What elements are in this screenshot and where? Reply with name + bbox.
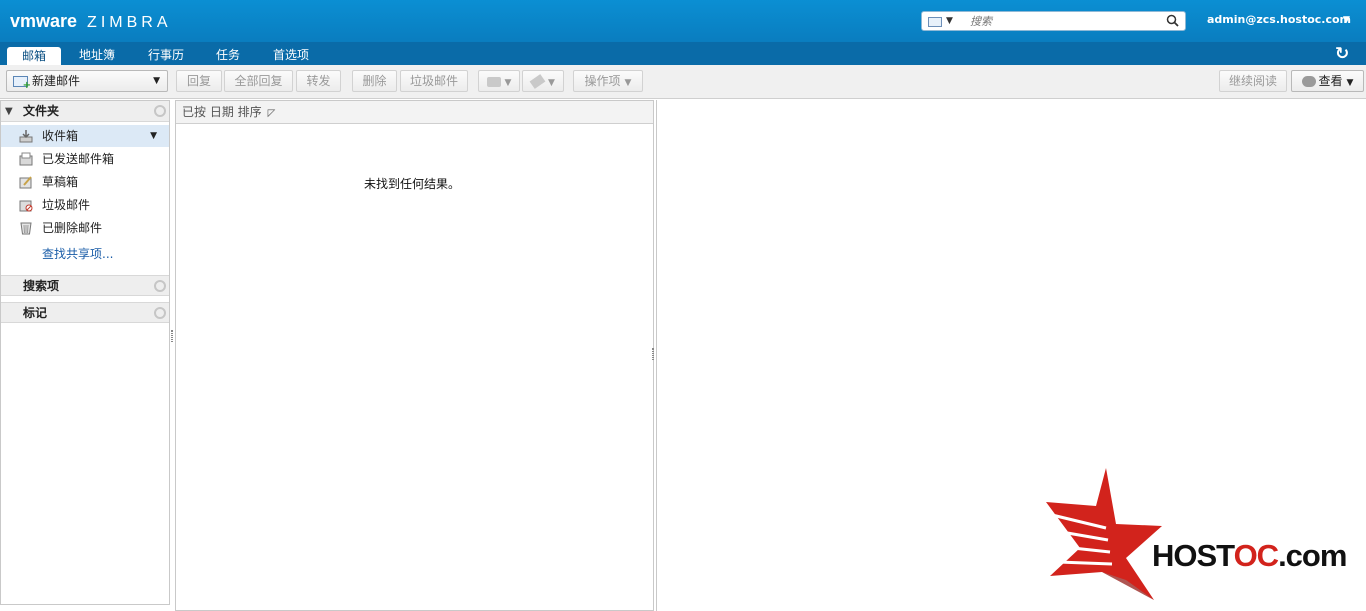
- view-button[interactable]: 查看 ▼: [1291, 70, 1364, 92]
- sort-label: 已按 日期 排序: [182, 105, 262, 119]
- refresh-icon[interactable]: ↻: [1335, 44, 1349, 64]
- drafts-icon: [19, 176, 32, 189]
- tab-preferences[interactable]: 首选项: [262, 46, 320, 65]
- inbox-icon: [19, 130, 33, 143]
- sort-direction-icon[interactable]: ◸: [268, 108, 276, 119]
- sort-header[interactable]: 已按 日期 排序 ◸: [176, 101, 653, 124]
- chevron-down-icon[interactable]: ▼: [1343, 15, 1350, 25]
- chevron-down-icon: ▼: [624, 78, 632, 88]
- folder-label: 收件箱: [42, 129, 79, 143]
- drag-grip-icon: [171, 330, 173, 342]
- app-tabs: 邮箱 地址簿 行事历 任务 首选项: [0, 42, 1366, 65]
- find-shares-link[interactable]: 查找共享项...: [42, 245, 113, 262]
- hostoc-watermark-text: HOSTOC.com: [1152, 538, 1347, 573]
- chevron-down-icon: ▼: [1346, 78, 1354, 88]
- folder-label: 已发送邮件箱: [42, 152, 115, 166]
- empty-message: 未找到任何结果。: [364, 177, 461, 191]
- folders-title: 文件夹: [23, 104, 60, 118]
- folder-label: 草稿箱: [42, 175, 79, 189]
- message-list-pane: 已按 日期 排序 ◸ 未找到任何结果。: [175, 100, 654, 611]
- gear-icon[interactable]: [154, 307, 166, 319]
- logo-zimbra: ZIMBRA: [87, 14, 172, 31]
- collapse-triangle-icon[interactable]: ▼: [5, 101, 13, 122]
- chevron-down-icon[interactable]: ▼: [150, 125, 157, 147]
- folder-drafts[interactable]: 草稿箱: [1, 171, 169, 193]
- reply-button[interactable]: 回复: [176, 70, 222, 92]
- new-mail-icon: +: [13, 76, 31, 91]
- folder-trash[interactable]: 已删除邮件: [1, 217, 169, 239]
- folder-tree-pane: ▼ 文件夹 收件箱 ▼ 已发送邮件箱 草稿箱 垃圾邮件 已删除邮件 查找共享项.…: [0, 100, 170, 605]
- chevron-down-icon[interactable]: ▼: [153, 71, 160, 91]
- trash-icon: [20, 222, 32, 235]
- tab-calendar[interactable]: 行事历: [137, 46, 195, 65]
- top-banner: vmware ZIMBRA ▼ admin@zcs.hostoc.com ▼: [0, 0, 1366, 42]
- hostoc-star-logo: [1046, 468, 1162, 600]
- chevron-down-icon: ▼: [548, 78, 555, 88]
- chevron-down-icon: ▼: [504, 78, 512, 88]
- tab-tasks[interactable]: 任务: [205, 46, 251, 65]
- search-icon[interactable]: [1166, 14, 1179, 27]
- app-logo: vmware ZIMBRA: [10, 11, 172, 32]
- printer-icon: [486, 76, 501, 87]
- new-mail-button[interactable]: + 新建邮件 ▼: [6, 70, 168, 92]
- user-menu[interactable]: admin@zcs.hostoc.com: [1207, 13, 1351, 26]
- search-type-selector[interactable]: ▼: [928, 14, 966, 29]
- reply-all-button[interactable]: 全部回复: [224, 70, 293, 92]
- folder-sent[interactable]: 已发送邮件箱: [1, 148, 169, 170]
- tab-mail[interactable]: 邮箱: [7, 47, 61, 65]
- folder-label: 垃圾邮件: [42, 198, 91, 212]
- search-input[interactable]: [970, 13, 1162, 29]
- print-button[interactable]: ▼: [478, 70, 520, 92]
- sent-icon: [19, 152, 33, 166]
- tags-header[interactable]: 标记: [1, 302, 169, 323]
- tag-button[interactable]: ▼: [522, 70, 564, 92]
- search-box: ▼: [921, 11, 1186, 31]
- forward-button[interactable]: 转发: [296, 70, 341, 92]
- folder-inbox[interactable]: 收件箱 ▼: [1, 125, 169, 147]
- actions-button[interactable]: 操作项 ▼: [573, 70, 643, 92]
- chat-bubble-icon: [1301, 76, 1316, 87]
- actions-label: 操作项: [584, 74, 621, 88]
- drag-grip-icon: [652, 348, 654, 360]
- tags-title: 标记: [23, 306, 48, 320]
- gear-icon[interactable]: [154, 105, 166, 117]
- envelope-icon: [928, 16, 942, 27]
- continue-reading-button[interactable]: 继续阅读: [1219, 70, 1287, 92]
- folders-header[interactable]: ▼ 文件夹: [1, 101, 169, 122]
- tag-icon: [529, 74, 546, 89]
- searches-title: 搜索项: [23, 279, 60, 293]
- folder-label: 已删除邮件: [42, 221, 103, 235]
- folder-junk[interactable]: 垃圾邮件: [1, 194, 169, 216]
- mail-toolbar: + 新建邮件 ▼ 回复 全部回复 转发 删除 垃圾邮件 ▼ ▼ 操作项 ▼ 继续阅读…: [0, 65, 1366, 99]
- logo-vmware: vmware: [10, 11, 78, 31]
- view-label: 查看: [1318, 74, 1343, 88]
- spam-button[interactable]: 垃圾邮件: [400, 70, 468, 92]
- tab-contacts[interactable]: 地址簿: [68, 46, 126, 65]
- new-mail-label: 新建邮件: [32, 74, 81, 88]
- delete-button[interactable]: 删除: [352, 70, 397, 92]
- gear-icon[interactable]: [154, 280, 166, 292]
- chevron-down-icon: ▼: [946, 16, 953, 26]
- searches-header[interactable]: 搜索项: [1, 275, 169, 296]
- junk-icon: [19, 200, 33, 212]
